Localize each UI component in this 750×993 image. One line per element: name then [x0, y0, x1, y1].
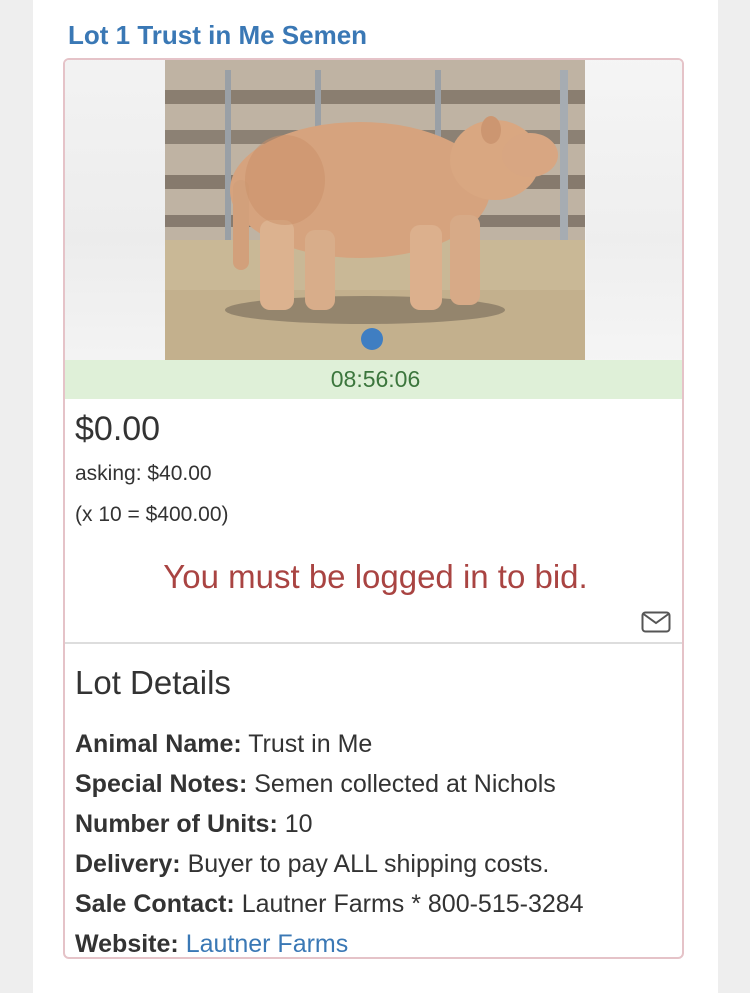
detail-value: Semen collected at Nichols [247, 770, 556, 798]
asking-price: asking: $40.00 [75, 462, 212, 485]
detail-number-of-units: Number of Units: 10 [75, 804, 584, 844]
carousel-indicator-dot[interactable] [361, 328, 383, 350]
envelope-icon[interactable] [641, 611, 671, 633]
detail-label: Website: [75, 930, 179, 958]
carousel-next-image[interactable] [586, 60, 682, 360]
carousel-prev-image[interactable] [65, 60, 165, 360]
detail-value: 10 [277, 810, 313, 838]
detail-value: Trust in Me [241, 730, 373, 758]
lot-details-list: Animal Name: Trust in Me Special Notes: … [75, 724, 584, 958]
detail-label: Delivery: [75, 850, 181, 878]
detail-sale-contact: Sale Contact: Lautner Farms * 800-515-32… [75, 884, 584, 924]
detail-value: Lautner Farms * 800-515-3284 [234, 890, 584, 918]
lot-title-link[interactable]: Lot 1 Trust in Me Semen [68, 20, 367, 51]
detail-special-notes: Special Notes: Semen collected at Nichol… [75, 764, 584, 804]
detail-website: Website: Lautner Farms [75, 924, 584, 958]
unit-total: (x 10 = $400.00) [75, 503, 229, 526]
lot-photo[interactable] [165, 60, 585, 360]
lot-card: 08:56:06 $0.00 asking: $40.00 (x 10 = $4… [63, 58, 684, 959]
current-bid-price: $0.00 [75, 410, 161, 448]
detail-label: Sale Contact: [75, 890, 235, 918]
section-divider [65, 642, 682, 644]
detail-delivery: Delivery: Buyer to pay ALL shipping cost… [75, 844, 584, 884]
countdown-timer: 08:56:06 [65, 360, 682, 399]
detail-animal-name: Animal Name: Trust in Me [75, 724, 584, 764]
steer-photo-image [165, 60, 585, 360]
website-link[interactable]: Lautner Farms [186, 930, 349, 957]
login-required-message: You must be logged in to bid. [163, 558, 588, 595]
detail-label: Animal Name: [75, 730, 242, 758]
detail-label: Special Notes: [75, 770, 248, 798]
detail-label: Number of Units: [75, 810, 278, 838]
image-carousel[interactable] [65, 60, 682, 360]
lot-details-heading: Lot Details [75, 664, 231, 701]
detail-value: Buyer to pay ALL shipping costs. [180, 850, 550, 878]
